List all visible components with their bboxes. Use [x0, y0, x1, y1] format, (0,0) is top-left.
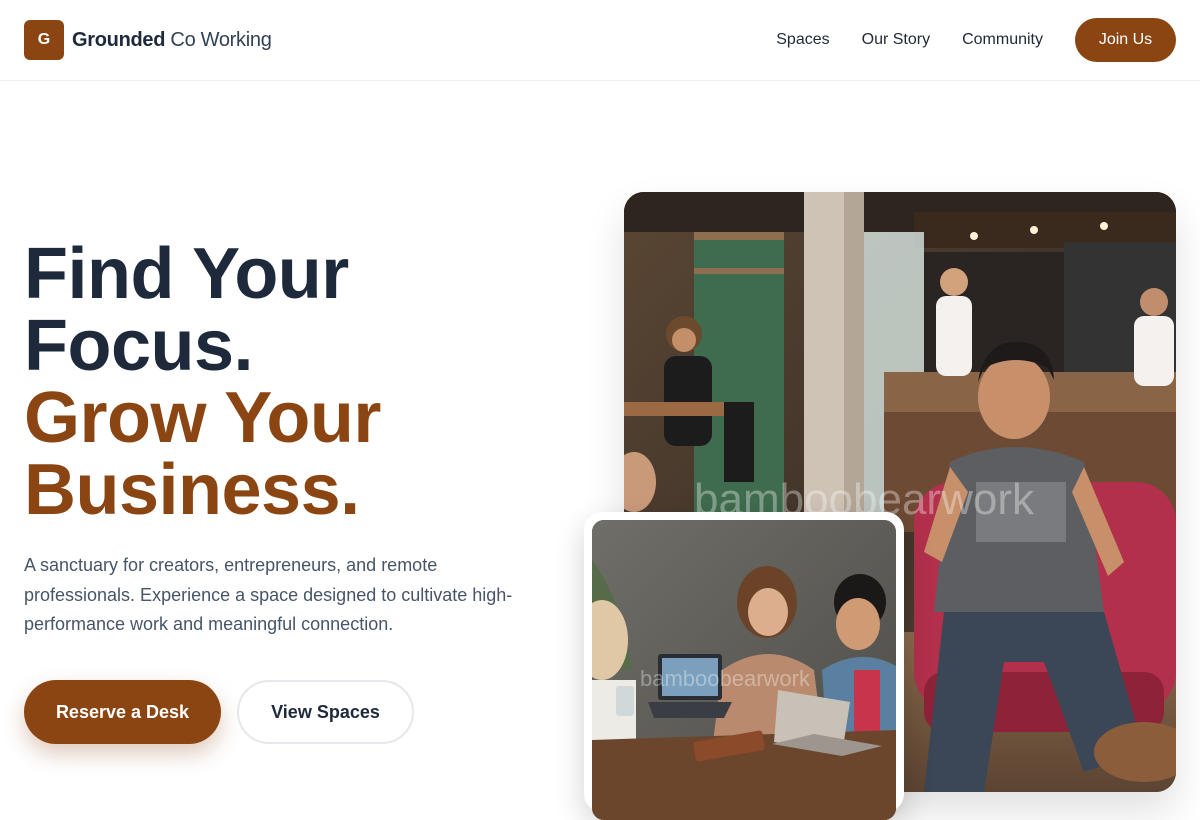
- nav-link-spaces[interactable]: Spaces: [776, 31, 829, 49]
- hero-headline: Find Your Focus. Grow Your Business.: [24, 238, 381, 526]
- inset-meeting-photo: bamboobearwork: [592, 520, 896, 820]
- nav-link-our-story[interactable]: Our Story: [862, 31, 930, 49]
- headline-line-3: Grow Your: [24, 378, 381, 458]
- hero-subtext: A sanctuary for creators, entrepreneurs,…: [24, 555, 513, 634]
- site-header: G Grounded Co Working Spaces Our Story C…: [0, 0, 1200, 81]
- brand-logo-link[interactable]: G Grounded Co Working: [24, 20, 272, 60]
- main-nav: Spaces Our Story Community Join Us: [776, 18, 1176, 62]
- brand-name-light: Co Working: [170, 28, 272, 51]
- inset-photo-watermark: bamboobearwork: [640, 666, 811, 691]
- headline-line-4: Business.: [24, 450, 360, 530]
- headline-line-2: Focus.: [24, 306, 254, 386]
- nav-link-community[interactable]: Community: [962, 31, 1043, 49]
- join-us-button[interactable]: Join Us: [1075, 18, 1176, 62]
- view-spaces-button[interactable]: View Spaces: [237, 680, 414, 744]
- meeting-scene-illustration: bamboobearwork: [592, 520, 896, 820]
- logo-mark: G: [24, 20, 64, 60]
- brand-name: Grounded Co Working: [72, 29, 272, 52]
- brand-name-bold: Grounded: [72, 28, 166, 51]
- reserve-desk-button[interactable]: Reserve a Desk: [24, 680, 221, 744]
- inset-photo-frame: bamboobearwork: [584, 512, 904, 820]
- headline-line-1: Find Your: [24, 234, 349, 314]
